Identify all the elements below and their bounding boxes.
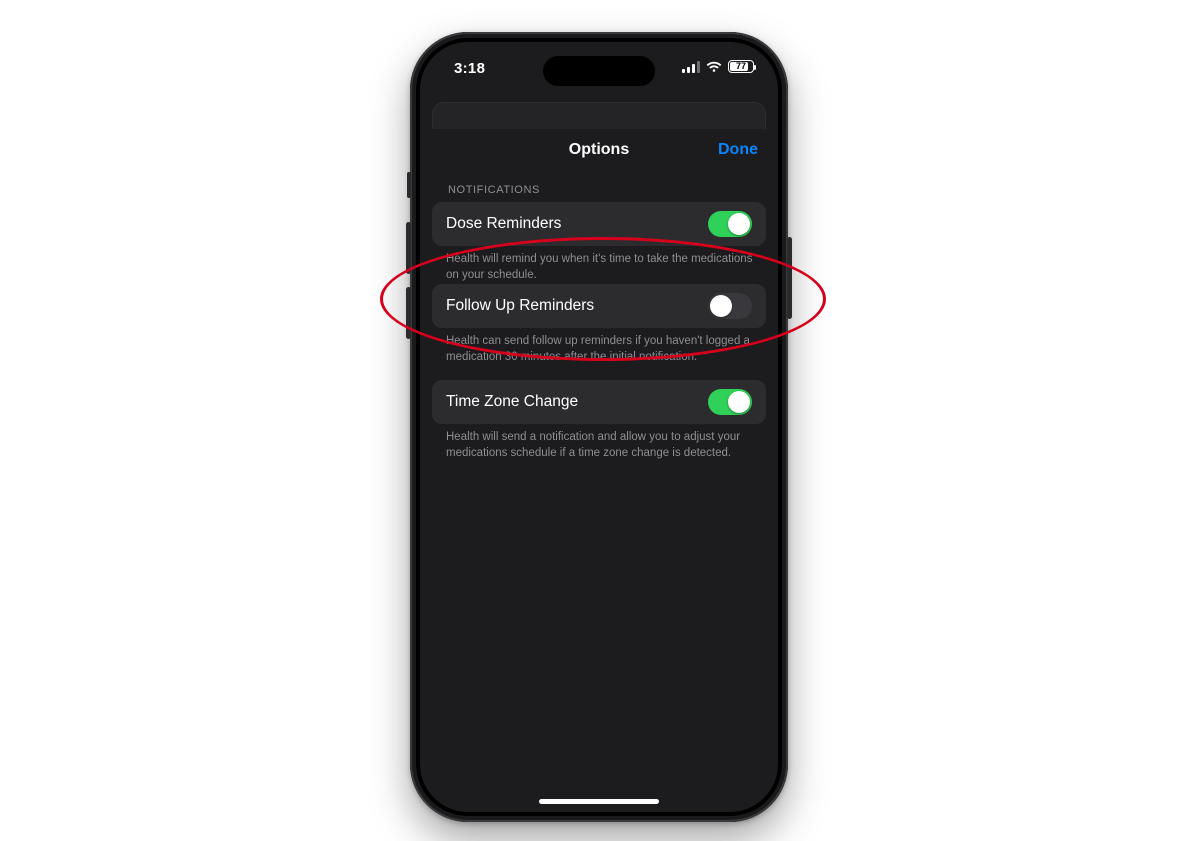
time-zone-change-label: Time Zone Change [446, 393, 578, 411]
iphone-frame: 3:18 77 [410, 32, 788, 822]
dose-reminders-toggle[interactable] [708, 211, 752, 237]
battery-percent: 77 [736, 62, 746, 71]
dose-reminders-row[interactable]: Dose Reminders [432, 202, 766, 246]
cellular-signal-icon [682, 61, 700, 73]
status-time: 3:18 [454, 60, 485, 77]
time-zone-change-toggle[interactable] [708, 389, 752, 415]
home-indicator[interactable] [539, 799, 659, 804]
battery-indicator: 77 [728, 60, 754, 73]
sheet-title: Options [569, 141, 629, 159]
volume-down-button[interactable] [406, 287, 411, 339]
background-card-peek [432, 102, 766, 129]
wifi-icon [706, 61, 722, 73]
screen: 3:18 77 [420, 42, 778, 812]
follow-up-reminders-row[interactable]: Follow Up Reminders [432, 284, 766, 328]
dynamic-island [543, 56, 655, 86]
sheet-header: Options Done [420, 128, 778, 172]
done-button[interactable]: Done [718, 141, 758, 159]
time-zone-change-row[interactable]: Time Zone Change [432, 380, 766, 424]
dose-reminders-label: Dose Reminders [446, 215, 561, 233]
follow-up-reminders-label: Follow Up Reminders [446, 297, 594, 315]
volume-up-button[interactable] [406, 222, 411, 274]
mute-switch[interactable] [407, 172, 411, 198]
section-header-notifications: NOTIFICATIONS [448, 184, 540, 196]
dose-reminders-footer: Health will remind you when it's time to… [446, 252, 756, 283]
follow-up-reminders-footer: Health can send follow up reminders if y… [446, 334, 756, 365]
follow-up-reminders-toggle[interactable] [708, 293, 752, 319]
power-button[interactable] [787, 237, 792, 319]
time-zone-change-footer: Health will send a notification and allo… [446, 430, 756, 461]
